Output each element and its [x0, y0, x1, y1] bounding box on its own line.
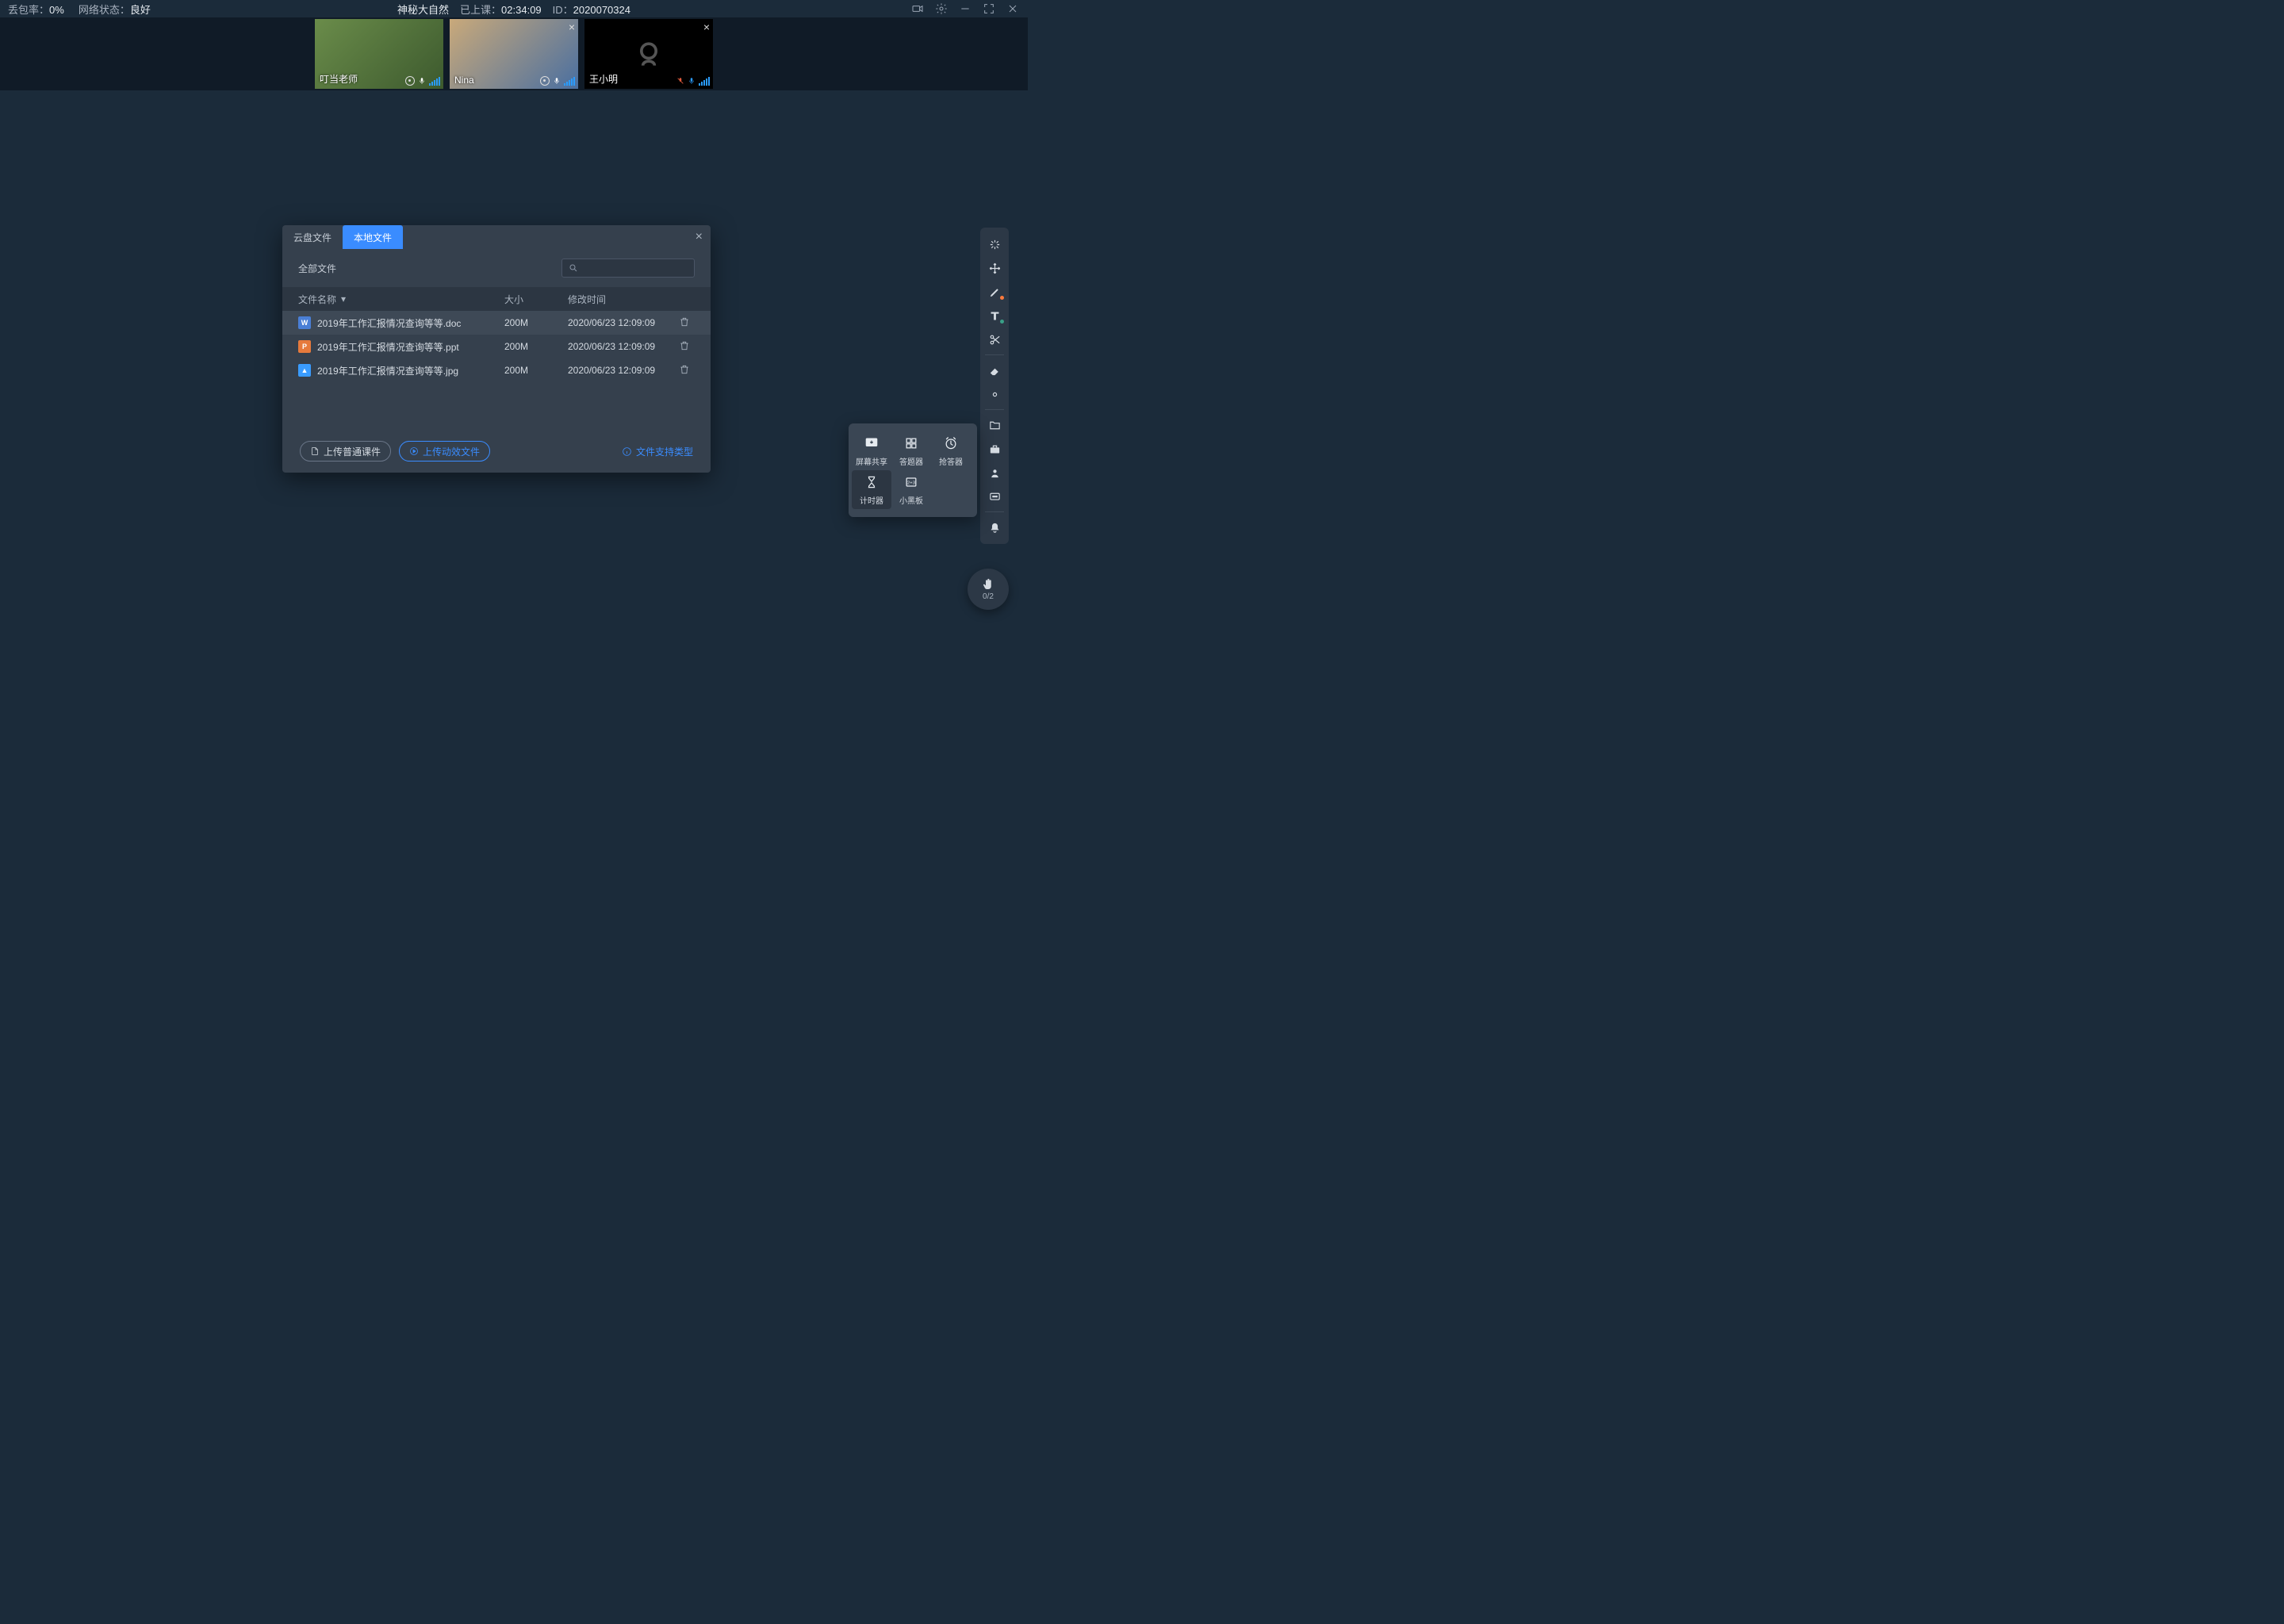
- right-toolbar: [980, 228, 1009, 544]
- fullscreen-icon[interactable]: [982, 2, 996, 16]
- folder-tool[interactable]: [983, 413, 1006, 437]
- mini-whiteboard-button[interactable]: 2+3 小黑板: [891, 470, 931, 509]
- tile-close-icon[interactable]: ×: [569, 21, 575, 33]
- laser-pointer-tool[interactable]: [983, 232, 1006, 256]
- close-window-icon[interactable]: [1006, 2, 1020, 16]
- answer-tool-button[interactable]: 答题器: [891, 431, 931, 470]
- timer-button[interactable]: 计时器: [852, 470, 891, 509]
- file-name: 2019年工作汇报情况查询等等.ppt: [317, 340, 459, 354]
- participant-name: 叮当老师: [320, 72, 358, 86]
- delete-icon[interactable]: [679, 316, 695, 330]
- table-header: 文件名称▾ 大小 修改时间: [282, 287, 711, 311]
- file-type-icon: ▲: [298, 364, 311, 377]
- settings-icon[interactable]: [934, 2, 948, 16]
- pen-tool[interactable]: [983, 280, 1006, 304]
- network-status: 网络状态：良好: [79, 2, 151, 17]
- minimize-icon[interactable]: [958, 2, 972, 16]
- delete-icon[interactable]: [679, 364, 695, 377]
- file-row[interactable]: P 2019年工作汇报情况查询等等.ppt 200M 2020/06/23 12:…: [282, 335, 711, 358]
- column-size[interactable]: 大小: [504, 293, 568, 306]
- top-status-bar: 丢包率：0% 网络状态：良好 神秘大自然 已上课：02:34:09 ID：202…: [0, 0, 1028, 17]
- scissors-tool[interactable]: [983, 327, 1006, 351]
- file-size: 200M: [504, 317, 568, 328]
- tile-close-icon[interactable]: ×: [703, 21, 710, 33]
- search-input[interactable]: [561, 259, 695, 278]
- hand-raise-button[interactable]: 0/2: [968, 569, 1009, 610]
- move-tool[interactable]: [983, 256, 1006, 280]
- session-id: ID：2020070324: [553, 2, 630, 17]
- packet-loss: 丢包率：0%: [8, 2, 64, 17]
- tab-cloud-files[interactable]: 云盘文件: [282, 225, 343, 249]
- mic-icon: [418, 76, 426, 86]
- file-modified: 2020/06/23 12:09:09: [568, 365, 679, 376]
- text-tool[interactable]: [983, 304, 1006, 327]
- upload-normal-button[interactable]: 上传普通课件: [300, 441, 391, 462]
- screen-share-button[interactable]: 屏幕共享: [852, 431, 891, 470]
- buzzer-button[interactable]: 抢答器: [931, 431, 971, 470]
- file-name: 2019年工作汇报情况查询等等.doc: [317, 316, 461, 330]
- camera-indicator-icon: [405, 76, 415, 86]
- eraser-tool[interactable]: [983, 358, 1006, 382]
- video-strip: 叮当老师 × Nina × 王小明: [0, 17, 1028, 90]
- mic-icon: [688, 76, 696, 86]
- supported-types-link[interactable]: 文件支持类型: [622, 445, 693, 458]
- file-type-icon: W: [298, 316, 311, 329]
- signal-icon: [564, 76, 575, 86]
- video-tile[interactable]: 叮当老师: [315, 19, 443, 89]
- column-name[interactable]: 文件名称▾: [298, 293, 504, 306]
- tools-popup: 屏幕共享 答题器 抢答器 计时器 2+3 小黑板: [849, 423, 977, 517]
- mic-muted-icon: [676, 76, 684, 86]
- upload-dynamic-button[interactable]: 上传动效文件: [399, 441, 490, 462]
- sort-icon: ▾: [341, 293, 346, 304]
- file-size: 200M: [504, 365, 568, 376]
- hand-icon: [981, 577, 995, 592]
- all-files-label: 全部文件: [298, 262, 336, 275]
- user-tool[interactable]: [983, 461, 1006, 485]
- bell-tool[interactable]: [983, 515, 1006, 539]
- hand-raise-count: 0/2: [983, 592, 994, 601]
- file-modal: 云盘文件 本地文件 × 全部文件 文件名称▾ 大小 修改时间 W 2019年工作汇…: [282, 225, 711, 473]
- file-name: 2019年工作汇报情况查询等等.jpg: [317, 364, 458, 377]
- file-row[interactable]: W 2019年工作汇报情况查询等等.doc 200M 2020/06/23 12:…: [282, 311, 711, 335]
- file-modified: 2020/06/23 12:09:09: [568, 317, 679, 328]
- signal-icon: [429, 76, 440, 86]
- file-type-icon: P: [298, 340, 311, 353]
- tab-local-files[interactable]: 本地文件: [343, 225, 403, 249]
- chat-tool[interactable]: [983, 485, 1006, 508]
- class-duration: 已上课：02:34:09: [460, 2, 542, 17]
- toolbox-tool[interactable]: [983, 437, 1006, 461]
- column-modified[interactable]: 修改时间: [568, 293, 695, 306]
- camera-icon[interactable]: [910, 2, 925, 16]
- signal-icon: [699, 76, 710, 86]
- svg-text:2+3: 2+3: [907, 481, 915, 486]
- modal-close-icon[interactable]: ×: [696, 230, 703, 244]
- file-row[interactable]: ▲ 2019年工作汇报情况查询等等.jpg 200M 2020/06/23 12:…: [282, 358, 711, 382]
- file-size: 200M: [504, 341, 568, 352]
- file-modified: 2020/06/23 12:09:09: [568, 341, 679, 352]
- participant-name: 王小明: [589, 72, 618, 86]
- search-icon: [569, 263, 578, 273]
- video-tile[interactable]: × Nina: [450, 19, 578, 89]
- course-name: 神秘大自然: [397, 2, 449, 17]
- camera-indicator-icon: [540, 76, 550, 86]
- mic-icon: [553, 76, 561, 86]
- delete-icon[interactable]: [679, 340, 695, 354]
- video-tile[interactable]: × 王小明: [584, 19, 713, 89]
- color-brightness-tool[interactable]: [983, 382, 1006, 406]
- participant-name: Nina: [454, 75, 474, 86]
